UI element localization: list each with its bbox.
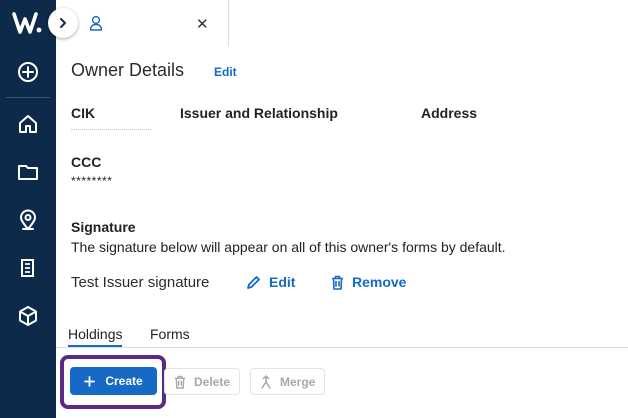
close-tab-icon[interactable]: ✕ [196, 15, 209, 33]
trash-icon [332, 275, 343, 290]
remove-signature-label: Remove [352, 274, 407, 290]
section-tabs: Holdings Forms [56, 324, 628, 348]
chevron-right-icon [60, 18, 66, 28]
column-header-issuer-relationship: Issuer and Relationship [180, 105, 338, 121]
cube-icon[interactable] [14, 302, 42, 330]
merge-label: Merge [280, 374, 316, 389]
left-nav-rail [0, 0, 56, 418]
create-label: Create [105, 374, 143, 388]
owner-tab[interactable]: ✕ [56, 0, 229, 46]
delete-label: Delete [194, 374, 231, 389]
pencil-icon [247, 275, 260, 289]
folder-icon[interactable] [14, 158, 42, 186]
trash-icon [174, 375, 186, 389]
signature-description: The signature below will appear on all o… [71, 239, 506, 255]
page-title: Owner Details [71, 60, 185, 80]
merge-icon [261, 374, 271, 389]
create-button[interactable]: Create [70, 367, 157, 395]
delete-button[interactable]: Delete [164, 368, 241, 395]
workiva-logo-icon[interactable] [12, 10, 42, 36]
rail-divider [6, 97, 50, 98]
person-icon [89, 15, 103, 31]
column-header-cik: CIK [71, 105, 96, 121]
column-header-address: Address [421, 105, 478, 121]
merge-button[interactable]: Merge [250, 368, 326, 395]
cik-value-placeholder [71, 129, 151, 130]
tab-forms[interactable]: Forms [150, 326, 190, 342]
home-icon[interactable] [14, 110, 42, 138]
document-icon[interactable] [14, 254, 42, 282]
plus-icon [84, 375, 96, 387]
edit-owner-link[interactable]: Edit [214, 65, 237, 79]
edit-signature-button[interactable]: Edit [246, 274, 295, 290]
remove-signature-button[interactable]: Remove [331, 274, 406, 290]
create-new-icon[interactable] [14, 58, 42, 86]
signature-name: Test Issuer signature [71, 274, 210, 291]
ccc-label: CCC [71, 154, 102, 170]
location-pin-icon[interactable] [14, 206, 42, 234]
signature-label: Signature [71, 219, 136, 235]
expand-sidebar-button[interactable] [48, 8, 78, 38]
tab-holdings[interactable]: Holdings [68, 326, 123, 347]
edit-signature-label: Edit [269, 274, 296, 290]
ccc-value: ******** [71, 174, 113, 188]
